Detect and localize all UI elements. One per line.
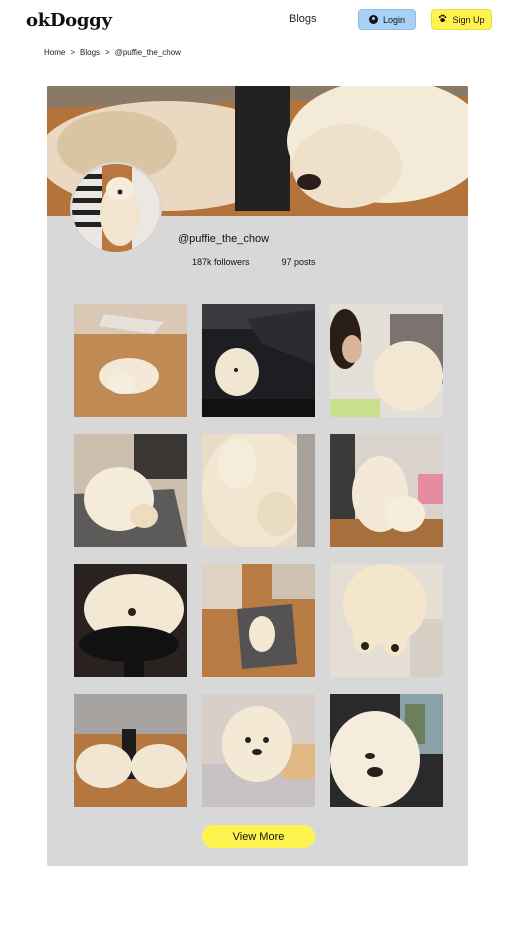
- profile-avatar[interactable]: [70, 162, 162, 254]
- posts-count: 97 posts: [281, 257, 316, 267]
- photo-puppy-fluffy-closeup[interactable]: [202, 434, 315, 547]
- breadcrumb-separator: >: [105, 48, 110, 57]
- signup-label: Sign Up: [452, 14, 485, 25]
- photo-puppy-on-pee-pad[interactable]: [74, 434, 187, 547]
- login-label: Login: [382, 14, 406, 25]
- photo-puppy-on-wood-floor[interactable]: [74, 304, 187, 417]
- signup-button[interactable]: Sign Up: [431, 9, 492, 30]
- paw-icon: [438, 14, 447, 25]
- breadcrumb-separator: >: [70, 48, 76, 57]
- photo-puppy-on-mat[interactable]: [202, 564, 315, 677]
- photo-puppy-by-wall[interactable]: [330, 434, 443, 547]
- photo-grid: [74, 304, 443, 807]
- photo-puppy-with-woman[interactable]: [330, 304, 443, 417]
- photo-puppy-on-bed[interactable]: [202, 694, 315, 807]
- photo-puppy-paws-up[interactable]: [330, 564, 443, 677]
- photo-puppy-in-car-window[interactable]: [330, 694, 443, 807]
- photo-puppy-in-car-seat[interactable]: [202, 304, 315, 417]
- breadcrumb-blogs[interactable]: Blogs: [80, 48, 100, 57]
- nav-blogs-link[interactable]: Blogs: [289, 13, 317, 25]
- profile-stats: 187k followers 97 posts: [192, 257, 316, 267]
- user-icon: [368, 15, 378, 24]
- photo-puppy-under-couch[interactable]: [74, 694, 187, 807]
- photo-puppy-sleeping-on-chair[interactable]: [74, 564, 187, 677]
- login-button[interactable]: Login: [358, 9, 416, 30]
- profile-handle: @puffie_the_chow: [178, 233, 270, 245]
- site-logo[interactable]: okDoggy: [26, 10, 112, 31]
- breadcrumb-home[interactable]: Home: [44, 48, 65, 57]
- view-more-button[interactable]: View More: [202, 825, 315, 848]
- breadcrumb-current: @puffie_the_chow: [114, 48, 181, 57]
- followers-count: 187k followers: [192, 257, 250, 267]
- breadcrumb: Home > Blogs > @puffie_the_chow: [44, 48, 181, 57]
